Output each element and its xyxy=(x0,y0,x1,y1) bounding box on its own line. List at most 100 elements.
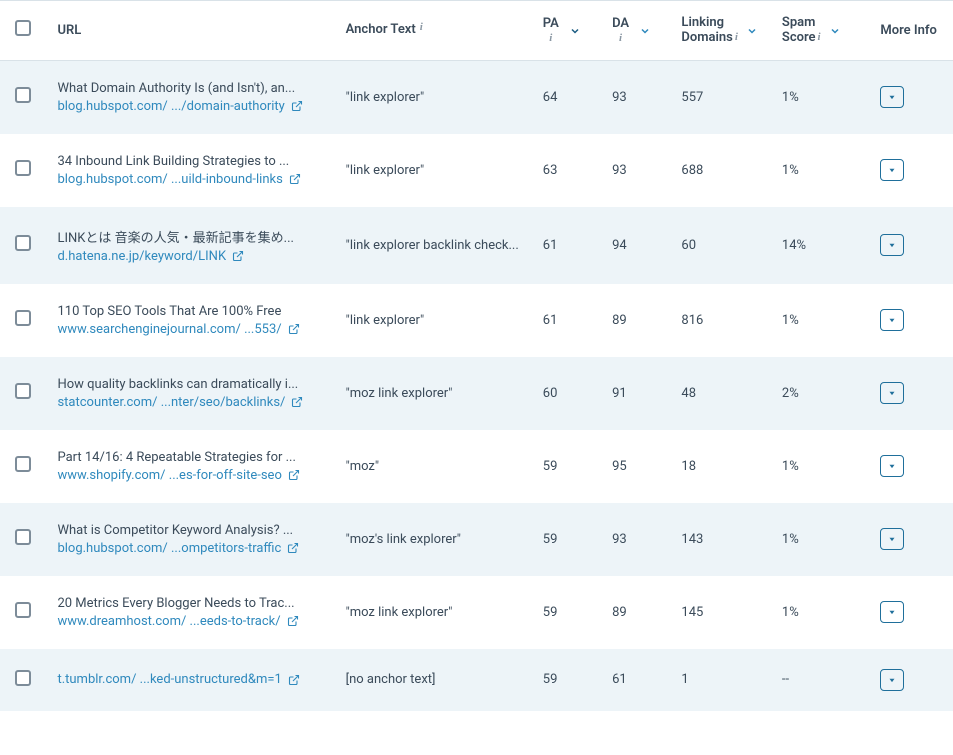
info-icon[interactable]: i xyxy=(420,21,423,34)
pa-value: 61 xyxy=(531,207,600,284)
header-ss-label-2: Score xyxy=(782,31,816,46)
linking-domains-value: 688 xyxy=(669,134,770,207)
row-checkbox[interactable] xyxy=(15,529,31,545)
da-value: 93 xyxy=(600,60,669,134)
row-checkbox[interactable] xyxy=(15,87,31,103)
external-link-icon[interactable] xyxy=(232,250,244,262)
pa-value: 61 xyxy=(531,284,600,357)
page-title: Part 14/16: 4 Repeatable Strategies for … xyxy=(57,450,321,465)
header-url[interactable]: URL xyxy=(57,23,81,38)
spam-score-value: 14% xyxy=(770,207,868,284)
page-title: 20 Metrics Every Blogger Needs to Trac..… xyxy=(57,596,321,611)
more-info-button[interactable] xyxy=(880,382,904,404)
info-icon[interactable]: i xyxy=(549,32,552,45)
more-info-button[interactable] xyxy=(880,601,904,623)
da-value: 61 xyxy=(600,649,669,711)
spam-score-value: 1% xyxy=(770,430,868,503)
table-row: How quality backlinks can dramatically i… xyxy=(0,357,953,430)
domain-link[interactable]: blog.hubspot.com/ ...uild-inbound-links xyxy=(57,172,282,187)
header-linking-domains[interactable]: Linking Domains i xyxy=(681,16,758,46)
domain-link[interactable]: blog.hubspot.com/ .../domain-authority xyxy=(57,99,284,114)
external-link-icon[interactable] xyxy=(291,396,303,408)
page-title: How quality backlinks can dramatically i… xyxy=(57,377,321,392)
header-spam-score[interactable]: Spam Score i xyxy=(782,16,841,46)
linking-domains-value: 60 xyxy=(669,207,770,284)
external-link-icon[interactable] xyxy=(287,542,299,554)
row-checkbox[interactable] xyxy=(15,235,31,251)
pa-value: 60 xyxy=(531,357,600,430)
more-info-button[interactable] xyxy=(880,86,904,108)
header-anchor-label: Anchor Text xyxy=(346,23,416,38)
domain-link[interactable]: www.dreamhost.com/ ...eeds-to-track/ xyxy=(57,614,280,629)
external-link-icon[interactable] xyxy=(288,323,300,335)
more-info-button[interactable] xyxy=(880,528,904,550)
pa-value: 59 xyxy=(531,503,600,576)
domain-link[interactable]: d.hatena.ne.jp/keyword/LINK xyxy=(57,249,226,264)
external-link-icon[interactable] xyxy=(287,615,299,627)
linking-domains-value: 145 xyxy=(669,576,770,649)
row-checkbox[interactable] xyxy=(15,383,31,399)
linking-domains-value: 1 xyxy=(669,649,770,711)
header-ld-label-2: Domains xyxy=(681,31,732,46)
da-value: 93 xyxy=(600,134,669,207)
domain-link[interactable]: www.shopify.com/ ...es-for-off-site-seo xyxy=(57,468,281,483)
info-icon[interactable]: i xyxy=(818,31,821,44)
header-ld-label-1: Linking xyxy=(681,16,724,31)
domain-link[interactable]: www.searchenginejournal.com/ ...553/ xyxy=(57,322,281,337)
spam-score-value: 1% xyxy=(770,284,868,357)
spam-score-value: 1% xyxy=(770,503,868,576)
anchor-text: "moz link explorer" xyxy=(346,605,519,620)
domain-link[interactable]: blog.hubspot.com/ ...ompetitors-traffic xyxy=(57,541,281,556)
external-link-icon[interactable] xyxy=(288,469,300,481)
chevron-down-icon xyxy=(569,25,581,37)
header-ss-label-1: Spam xyxy=(782,16,816,31)
chevron-down-icon xyxy=(746,25,758,37)
header-pa[interactable]: PA i xyxy=(543,17,581,45)
header-da[interactable]: DA i xyxy=(612,17,651,45)
more-info-button[interactable] xyxy=(880,234,904,256)
anchor-text: "moz's link explorer" xyxy=(346,532,519,547)
anchor-text: "link explorer backlink check... xyxy=(346,238,519,253)
table-row: What is Competitor Keyword Analysis? ...… xyxy=(0,503,953,576)
anchor-text: "moz" xyxy=(346,459,519,474)
more-info-button[interactable] xyxy=(880,669,904,691)
row-checkbox[interactable] xyxy=(15,602,31,618)
domain-link[interactable]: t.tumblr.com/ ...ked-unstructured&m=1 xyxy=(57,672,281,687)
anchor-text: "link explorer" xyxy=(346,90,519,105)
pa-value: 59 xyxy=(531,576,600,649)
more-info-button[interactable] xyxy=(880,159,904,181)
da-value: 94 xyxy=(600,207,669,284)
anchor-text: [no anchor text] xyxy=(346,672,519,687)
page-title: 110 Top SEO Tools That Are 100% Free xyxy=(57,304,321,319)
more-info-button[interactable] xyxy=(880,309,904,331)
spam-score-value: -- xyxy=(770,649,868,711)
chevron-down-icon xyxy=(639,25,651,37)
row-checkbox[interactable] xyxy=(15,456,31,472)
external-link-icon[interactable] xyxy=(291,100,303,112)
spam-score-value: 1% xyxy=(770,576,868,649)
row-checkbox[interactable] xyxy=(15,160,31,176)
header-anchor[interactable]: Anchor Text i xyxy=(346,23,421,38)
backlinks-table: URL Anchor Text i PA i xyxy=(0,0,953,711)
table-row: t.tumblr.com/ ...ked-unstructured&m=1 [no… xyxy=(0,649,953,711)
pa-value: 59 xyxy=(531,430,600,503)
external-link-icon[interactable] xyxy=(288,674,300,686)
pa-value: 64 xyxy=(531,60,600,134)
external-link-icon[interactable] xyxy=(289,173,301,185)
pa-value: 63 xyxy=(531,134,600,207)
header-pa-label: PA xyxy=(543,17,559,32)
linking-domains-value: 816 xyxy=(669,284,770,357)
da-value: 89 xyxy=(600,284,669,357)
domain-link[interactable]: statcounter.com/ ...nter/seo/backlinks/ xyxy=(57,395,285,410)
row-checkbox[interactable] xyxy=(15,670,31,686)
header-da-label: DA xyxy=(612,17,629,32)
da-value: 95 xyxy=(600,430,669,503)
table-header-row: URL Anchor Text i PA i xyxy=(0,1,953,61)
select-all-checkbox[interactable] xyxy=(15,20,31,36)
more-info-button[interactable] xyxy=(880,455,904,477)
row-checkbox[interactable] xyxy=(15,310,31,326)
info-icon[interactable]: i xyxy=(735,31,738,44)
info-icon[interactable]: i xyxy=(619,32,622,45)
anchor-text: "moz link explorer" xyxy=(346,386,519,401)
pa-value: 59 xyxy=(531,649,600,711)
